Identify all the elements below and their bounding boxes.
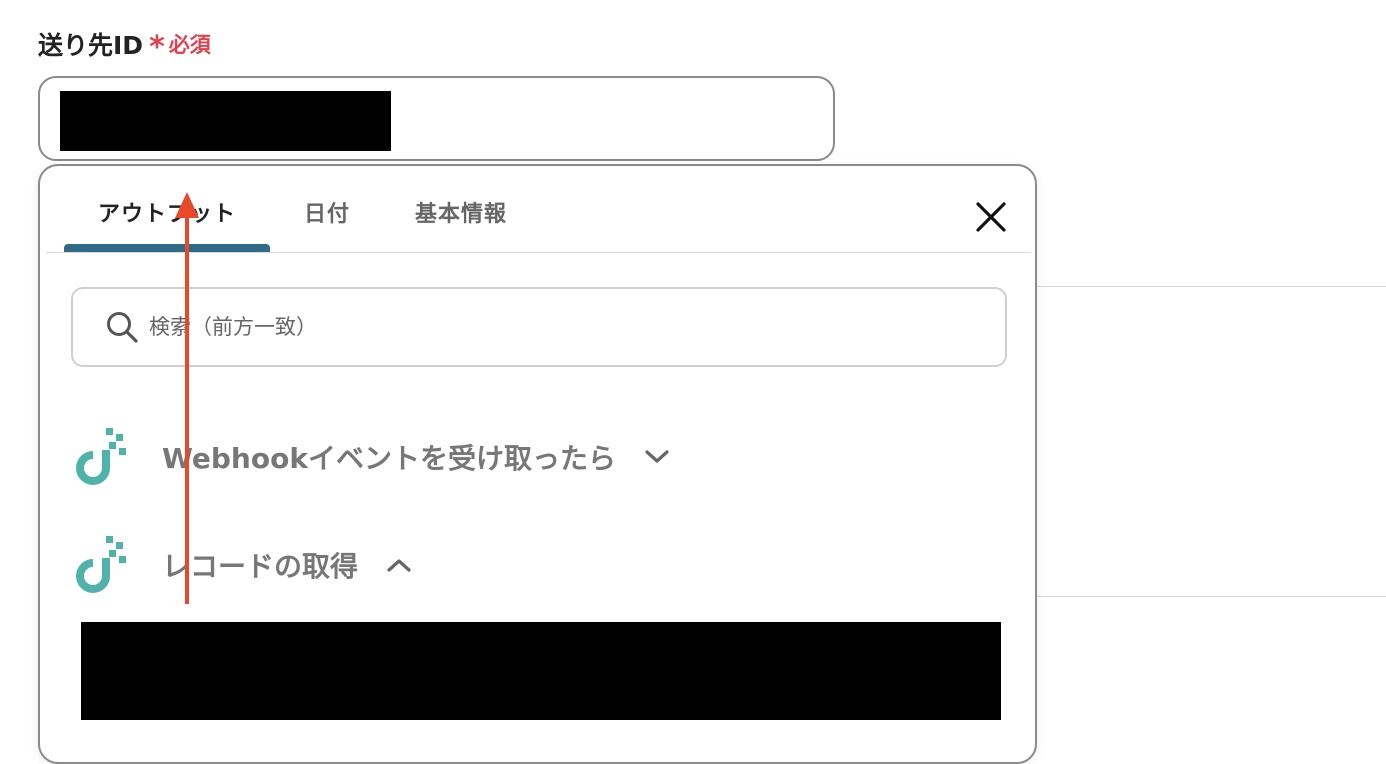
search-icon — [107, 312, 138, 343]
search-box — [71, 287, 1007, 367]
chevron-down-icon — [645, 450, 669, 463]
section-get-record[interactable]: レコードの取得 — [76, 536, 412, 594]
background-divider — [1036, 596, 1386, 597]
variable-picker-popup: アウトプット 日付 基本情報 Webhookイベントを受け取ったら — [38, 164, 1037, 764]
section-title: レコードの取得 — [162, 550, 359, 583]
tab-divider — [46, 252, 1031, 253]
chevron-up-icon — [387, 559, 411, 572]
field-label-text: 送り先ID — [38, 31, 144, 60]
close-button[interactable] — [974, 200, 1008, 234]
tab-output[interactable]: アウトプット — [98, 196, 236, 228]
redacted-output-item[interactable] — [81, 622, 1001, 720]
background-divider — [1036, 286, 1386, 287]
close-icon — [976, 202, 1006, 232]
section-title: Webhookイベントを受け取ったら — [162, 442, 616, 475]
redacted-value — [60, 91, 391, 151]
tab-basic-info[interactable]: 基本情報 — [415, 196, 507, 228]
active-tab-indicator — [64, 244, 270, 252]
tab-bar: アウトプット 日付 基本情報 — [40, 166, 1035, 254]
app-logo-icon — [76, 536, 126, 593]
search-input[interactable] — [147, 314, 951, 340]
section-webhook-event[interactable]: Webhookイベントを受け取ったら — [76, 428, 670, 486]
required-badge: 必須 — [168, 33, 211, 57]
recipient-id-input[interactable] — [38, 76, 835, 161]
field-label: 送り先ID * 必須 — [38, 26, 211, 65]
required-asterisk: * — [149, 30, 165, 65]
app-logo-icon — [76, 428, 126, 485]
tab-date[interactable]: 日付 — [304, 196, 350, 228]
